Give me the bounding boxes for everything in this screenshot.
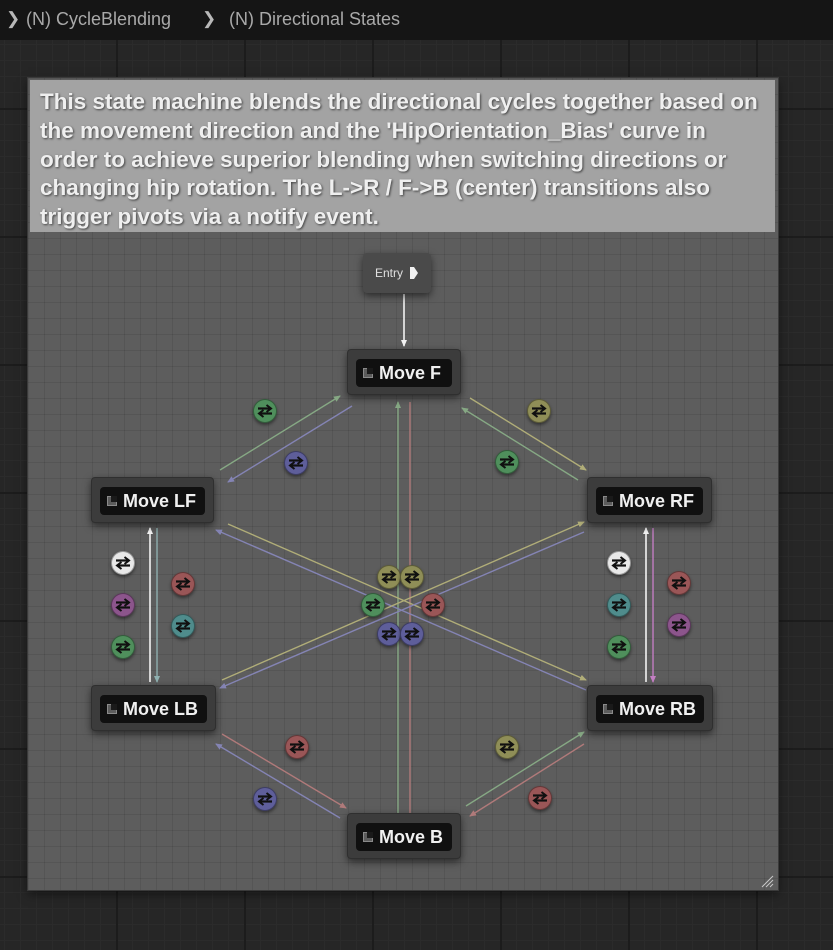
state-icon bbox=[603, 496, 613, 506]
transition-rule-icon[interactable] bbox=[377, 622, 401, 646]
transition-rule-icon[interactable] bbox=[171, 614, 195, 638]
transition-rule-icon[interactable] bbox=[495, 735, 519, 759]
transition-rule-icon[interactable] bbox=[171, 572, 195, 596]
transition-rule-icon[interactable] bbox=[527, 399, 551, 423]
transition-rule-icon[interactable] bbox=[361, 593, 385, 617]
state-move-b[interactable]: Move B bbox=[347, 813, 461, 859]
transition-rule-icon[interactable] bbox=[253, 787, 277, 811]
transition-rule-icon[interactable] bbox=[400, 565, 424, 589]
transition-rule-icon[interactable] bbox=[607, 593, 631, 617]
exec-pin-icon[interactable] bbox=[409, 266, 419, 280]
transition-rule-icon[interactable] bbox=[667, 571, 691, 595]
transition-rule-icon[interactable] bbox=[667, 613, 691, 637]
transition-rule-icon[interactable] bbox=[495, 450, 519, 474]
state-move-lb[interactable]: Move LB bbox=[91, 685, 216, 731]
entry-label: Entry bbox=[375, 266, 404, 280]
entry-node[interactable]: Entry bbox=[363, 253, 431, 293]
state-move-f[interactable]: Move F bbox=[347, 349, 461, 395]
state-label: Move LF bbox=[123, 490, 197, 511]
transition-rule-icon[interactable] bbox=[377, 565, 401, 589]
transition-wires bbox=[147, 294, 656, 833]
transition-rule-icon[interactable] bbox=[111, 635, 135, 659]
transition-rule-icon[interactable] bbox=[400, 622, 424, 646]
transition-rule-icon[interactable] bbox=[607, 551, 631, 575]
transition-rule-icon[interactable] bbox=[421, 593, 445, 617]
state-icon bbox=[363, 368, 373, 378]
transition-rule-icon[interactable] bbox=[285, 735, 309, 759]
state-icon bbox=[363, 832, 373, 842]
transition-rule-icon[interactable] bbox=[528, 786, 552, 810]
transition-rule-icon[interactable] bbox=[253, 399, 277, 423]
transition-rule-icon[interactable] bbox=[111, 593, 135, 617]
transition-rule-icon[interactable] bbox=[607, 635, 631, 659]
state-label: Move RB bbox=[619, 698, 697, 719]
state-label: Move F bbox=[379, 362, 442, 383]
state-move-lf[interactable]: Move LF bbox=[91, 477, 214, 523]
state-label: Move RF bbox=[619, 490, 695, 511]
state-icon bbox=[107, 704, 117, 714]
transition-rule-icon[interactable] bbox=[111, 551, 135, 575]
state-move-rf[interactable]: Move RF bbox=[587, 477, 712, 523]
state-move-rb[interactable]: Move RB bbox=[587, 685, 713, 731]
state-icon bbox=[107, 496, 117, 506]
transition-rule-icon[interactable] bbox=[284, 451, 308, 475]
state-label: Move B bbox=[379, 826, 444, 847]
state-icon bbox=[603, 704, 613, 714]
state-label: Move LB bbox=[123, 698, 199, 719]
